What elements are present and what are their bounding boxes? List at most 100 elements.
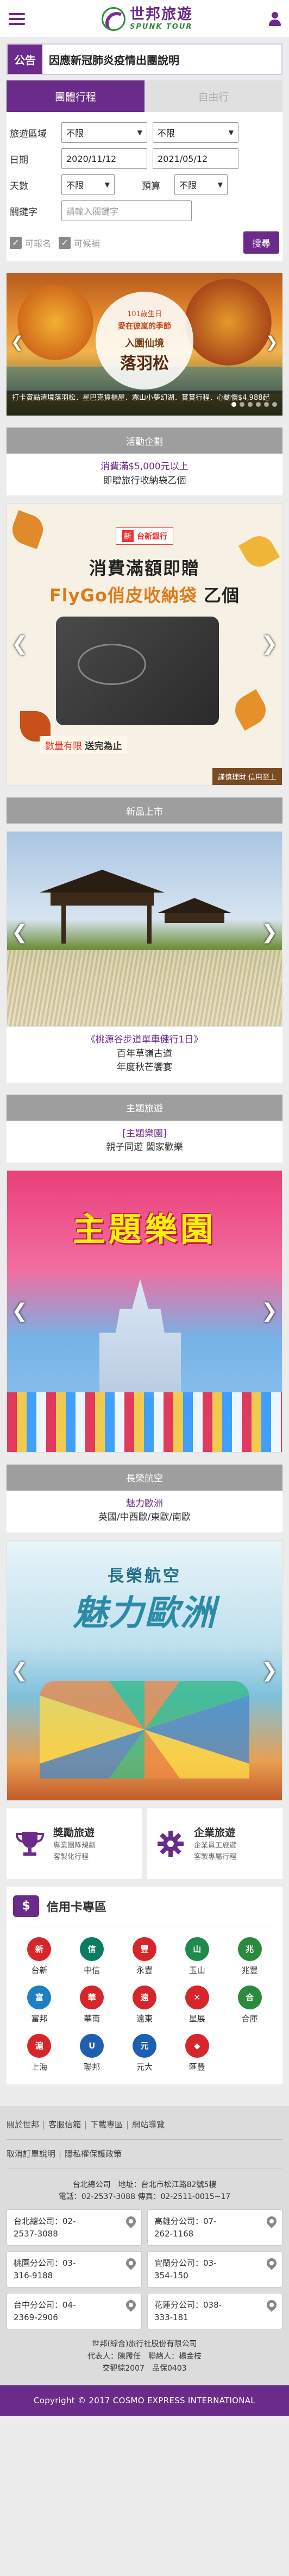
new-product-image[interactable]: ❮ ❯ [7,831,282,1027]
bank-name: 台新銀行 [137,532,167,541]
branch-kaohsiung[interactable]: 高雄分公司：07- 262-1168 [147,2209,282,2246]
section-title-activity: 活動企劃 [7,428,282,454]
chevron-left-icon[interactable]: ❮ [11,1660,28,1682]
bank-fubon[interactable]: 富富邦 [13,1985,66,2024]
corporate-travel-title: 企業旅遊 [194,1827,236,1839]
airline-link-line2[interactable]: 英國/中西歐/東歐/南歐 [7,1511,282,1525]
theme-link[interactable]: [主題樂園] 親子同遊 闔家歡樂 [7,1120,282,1163]
promo-banner-carousel[interactable]: 101歲生日 愛在彼嵐的季節 入園仙境 落羽松 ❮ ❯ 打卡賞點清境落羽松．星巴… [7,273,282,416]
budget-select[interactable]: 不限 ▼ [174,174,228,195]
new-product-link-line3[interactable]: 年度秋芒饗宴 [7,1061,282,1075]
branch-hualien[interactable]: 花蓮分公司：038- 333-181 [147,2293,282,2330]
branch-list: 台北總公司：02- 2537-3088 高雄分公司：07- 262-1168 桃園分… [7,2209,282,2330]
region-select[interactable]: 不限 ▼ [61,122,147,143]
branch-taoyuan[interactable]: 桃園分公司：03- 316-9188 [7,2251,142,2288]
airline-link-line1[interactable]: 魅力歐洲 [7,1497,282,1511]
incentive-travel-card[interactable]: 獎勵旅遊 專業團隊規劃 客製化行程 [7,1808,142,1879]
bank-esun[interactable]: 山玉山 [171,1937,223,1976]
date-from-input[interactable]: 2020/11/12 [61,148,147,169]
user-icon[interactable] [268,11,281,26]
carousel-dot[interactable] [231,402,236,407]
date-to-input[interactable]: 2021/05/12 [153,148,238,169]
sub-region-select[interactable]: 不限 ▼ [153,122,238,143]
chevron-right-icon[interactable]: ❯ [261,1660,278,1682]
carousel-dot[interactable] [240,402,244,407]
branch-tel: 316-9188 [14,2270,53,2280]
available-checkbox[interactable]: ✓ 可報名 [10,236,51,249]
chevron-left-icon[interactable]: ❮ [11,921,28,944]
carousel-dot[interactable] [256,402,261,407]
branch-name: 台中分公司：04- [14,2300,76,2310]
bank-fareast[interactable]: 遠遠東 [118,1985,171,2024]
footer-link-cancel-policy[interactable]: 取消訂單說明 [7,2149,55,2159]
airline-image[interactable]: 長榮航空 魅力歐洲 ❮ ❯ [7,1540,282,1801]
new-product-link-line1[interactable]: 《桃源谷步道單車健行1日》 [7,1033,282,1047]
chevron-right-icon[interactable]: ❯ [266,333,278,351]
branch-yilan[interactable]: 宜蘭分公司：03- 354-150 [147,2251,282,2288]
bank-logo-icon: 新 [27,1937,52,1961]
bank-name: 匯豐 [189,2062,205,2072]
bank-logo-icon: 山 [185,1937,209,1961]
bank-tcb[interactable]: 合合庫 [223,1985,276,2024]
bank-taishin[interactable]: 新台新 [13,1937,66,1976]
branch-tel: 2537-3088 [14,2228,58,2239]
branch-taichung[interactable]: 台中分公司：04- 2369-2906 [7,2293,142,2330]
banner-badge: 101歲生日 愛在彼嵐的季節 入園仙境 落羽松 [96,292,193,389]
chevron-right-icon[interactable]: ❯ [261,633,278,655]
airline-link[interactable]: 魅力歐洲 英國/中西歐/東歐/南歐 [7,1490,282,1532]
bank-hsbc[interactable]: ◆ 匯豐 [171,2033,223,2072]
top-bar: 世邦旅遊 SPUNK TOUR [0,0,289,38]
carousel-dot[interactable] [264,402,269,407]
footer-link-service-mail[interactable]: 客服信箱 [48,2120,81,2129]
new-product-link-line2[interactable]: 百年草嶺古道 [7,1047,282,1061]
bank-scsb[interactable]: 滬上海 [13,2033,66,2072]
bank-sinopac[interactable]: 豐永豐 [118,1937,171,1976]
company-info: 世邦(綜合)旅行社股份有限公司 代表人：陳履任 聯絡人：楊金枝 交觀綜2007 … [7,2329,282,2374]
theme-link-line1[interactable]: [主題樂園] [7,1127,282,1141]
bank-mega[interactable]: 兆兆豐 [223,1937,276,1976]
chevron-left-icon[interactable]: ❮ [11,1300,28,1322]
bank-dbs[interactable]: ✕ 星展 [171,1985,223,2024]
activity-link[interactable]: 消費滿$5,000元以上 即贈旅行收納袋乙個 [7,454,282,495]
announcement-text[interactable]: 因應新冠肺炎疫情出團說明 [42,52,179,67]
bank-huanan[interactable]: 華華南 [66,1985,118,2024]
bank-name: 兆豐 [241,1965,258,1975]
theme-park-image[interactable]: 主題樂園 ❮ ❯ [7,1170,282,1453]
activity-link-line2[interactable]: 即贈旅行收納袋乙個 [7,474,282,488]
bank-ctbc[interactable]: 信中信 [66,1937,118,1976]
incentive-travel-sub1: 專業團隊規劃 [53,1842,96,1850]
chevron-left-icon[interactable]: ❮ [11,633,28,655]
keyword-input[interactable]: 請輸入關鍵字 [61,200,192,221]
days-select[interactable]: 不限 ▼ [61,174,115,195]
footer-link-about[interactable]: 關於世邦 [7,2120,39,2129]
carousel-dot[interactable] [248,402,253,407]
section-title-theme: 主題旅遊 [7,1094,282,1121]
corporate-travel-card[interactable]: 企業旅遊 企業員工旅遊 客製專屬行程 [147,1808,282,1879]
waitlist-checkbox[interactable]: ✓ 可候補 [59,236,100,249]
theme-link-line2[interactable]: 親子同遊 闔家歡樂 [7,1141,282,1155]
site-logo[interactable]: 世邦旅遊 SPUNK TOUR [102,7,193,31]
footer-link-downloads[interactable]: 下載專區 [90,2120,123,2129]
tab-group-tour[interactable]: 團體行程 [7,80,144,112]
activity-link-line1[interactable]: 消費滿$5,000元以上 [7,460,282,474]
search-button[interactable]: 搜尋 [243,231,279,254]
chevron-right-icon[interactable]: ❯ [261,1300,278,1322]
announcement-bar[interactable]: 公告 因應新冠肺炎疫情出團說明 [7,43,282,75]
footer-link-sitemap[interactable]: 網站導覽 [132,2120,165,2129]
bank-yuanta[interactable]: 元元大 [118,2033,171,2072]
new-product-link[interactable]: 《桃源谷步道單車健行1日》 百年草嶺古道 年度秋芒饗宴 [7,1027,282,1083]
branch-taipei[interactable]: 台北總公司：02- 2537-3088 [7,2209,142,2246]
bank-union[interactable]: U 聯邦 [66,2033,118,2072]
branch-name: 宜蘭分公司：03- [154,2258,217,2269]
tab-free-travel[interactable]: 自由行 [144,80,282,112]
carousel-dot[interactable] [272,402,277,407]
bank-name: 永豐 [136,1965,153,1975]
chevron-right-icon[interactable]: ❯ [261,921,278,944]
menu-icon[interactable] [8,11,26,27]
chevron-down-icon: ▼ [104,181,110,189]
incentive-travel-title: 獎勵旅遊 [53,1827,95,1839]
footer-link-privacy[interactable]: 隱私權保護政策 [65,2149,122,2159]
bank-name: 中信 [84,1965,100,1975]
chevron-left-icon[interactable]: ❮ [11,333,23,351]
activity-image[interactable]: 新 台新銀行 消費滿額即贈 FlyGo俏皮收納袋 乙個 數量有限 送完為止 謹慎… [7,503,282,786]
